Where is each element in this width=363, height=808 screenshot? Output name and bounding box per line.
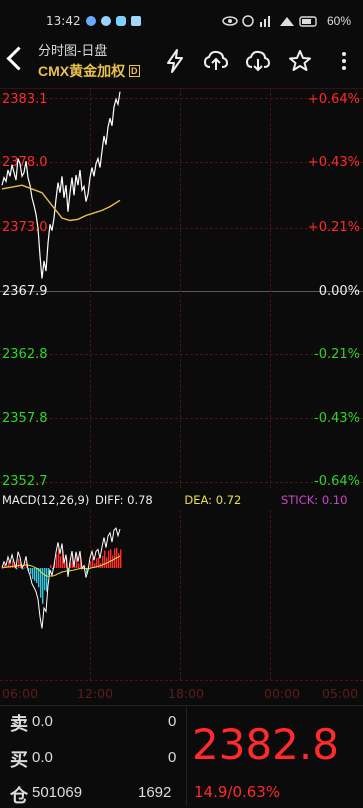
macd-bar — [64, 563, 66, 568]
last-price: 2382.8 — [192, 720, 339, 769]
macd-bar — [30, 568, 32, 574]
cloud-download-icon[interactable] — [245, 48, 271, 74]
signal-icon — [260, 22, 262, 27]
macd-bar — [24, 567, 26, 569]
status-time: 13:42 — [46, 14, 81, 28]
macd-bar — [78, 563, 80, 568]
buy-price: 0.0 — [32, 749, 53, 766]
quote-divider — [186, 706, 187, 806]
wifi-icon — [280, 17, 294, 26]
time-label: 06:00 — [2, 686, 39, 701]
volume-value: 1692 — [138, 784, 172, 801]
macd-bar — [32, 568, 34, 579]
average-price-line — [1, 184, 121, 222]
macd-bar — [104, 550, 106, 568]
macd-bar — [2, 568, 4, 569]
macd-bar — [60, 556, 62, 568]
buy-volume: 0 — [168, 749, 177, 766]
macd-bar — [112, 555, 114, 568]
instrument-title[interactable]: CMX黄金加权 D — [38, 61, 140, 81]
cloud-upload-icon[interactable] — [203, 48, 229, 74]
notification-icon — [86, 16, 96, 26]
position-value: 501069 — [32, 784, 83, 801]
lightning-icon[interactable] — [162, 48, 188, 74]
macd-bar — [36, 568, 38, 584]
shield-icon — [131, 16, 141, 26]
status-icons — [222, 15, 317, 27]
diff-value: 0.78 — [127, 493, 153, 507]
macd-bar — [12, 560, 14, 568]
macd-chart[interactable] — [0, 508, 363, 680]
quote-panel: 卖 0.0 0 买 0.0 0 仓 501069 1692 2382.8 14.… — [0, 705, 363, 806]
stick-label: STICK: — [280, 493, 319, 507]
macd-bar — [38, 568, 40, 588]
price-change: 14.9/0.63% — [194, 783, 281, 801]
macd-bar — [108, 550, 110, 568]
sell-volume: 0 — [168, 713, 177, 730]
macd-bar — [18, 558, 20, 568]
macd-bar — [92, 557, 94, 568]
dea-value: 0.72 — [215, 493, 242, 507]
title-badge: D — [129, 65, 140, 77]
position-label: 仓 — [10, 786, 28, 806]
qq-icon — [101, 16, 111, 26]
time-label: 12:00 — [77, 686, 114, 701]
sell-price: 0.0 — [32, 713, 53, 730]
price-chart[interactable] — [0, 88, 363, 488]
macd-bar — [44, 568, 46, 591]
macd-bar — [90, 561, 92, 568]
macd-bottom-line — [0, 680, 363, 681]
dea-label: DEA: — [184, 493, 213, 507]
instrument-name: CMX黄金加权 — [38, 63, 126, 79]
chart-type-title[interactable]: 分时图-日盘 — [38, 40, 107, 59]
alarm-icon — [242, 15, 254, 27]
star-icon[interactable] — [287, 48, 313, 74]
time-label: 00:00 — [264, 686, 301, 701]
header: 分时图-日盘 CMX黄金加权 D — [0, 36, 363, 88]
buy-label: 买 — [10, 750, 28, 770]
macd-bar — [50, 564, 52, 568]
time-label: 05:00 — [322, 686, 359, 701]
macd-label: MACD(12,26,9) — [2, 493, 90, 507]
macd-bar — [56, 554, 58, 568]
macd-header: MACD(12,26,9) DIFF: 0.78 DEA: 0.72 STICK… — [2, 493, 347, 507]
macd-bar — [34, 568, 36, 581]
macd-bar — [46, 568, 48, 592]
more-icon[interactable] — [331, 48, 357, 74]
sell-label: 卖 — [10, 714, 28, 734]
stick-value: 0.10 — [321, 493, 348, 507]
macd-bar — [118, 553, 120, 568]
battery-percent: 60% — [326, 14, 351, 28]
macd-bar — [110, 549, 112, 568]
status-bar: 13:42 60% — [0, 0, 363, 36]
macd-diff-line — [1, 527, 121, 629]
back-arrow-icon[interactable] — [6, 46, 31, 71]
diff-label: DIFF: — [95, 493, 124, 507]
chat-icon — [116, 16, 126, 26]
time-label: 18:00 — [168, 686, 205, 701]
macd-bar — [120, 549, 122, 568]
macd-bar — [102, 555, 104, 568]
